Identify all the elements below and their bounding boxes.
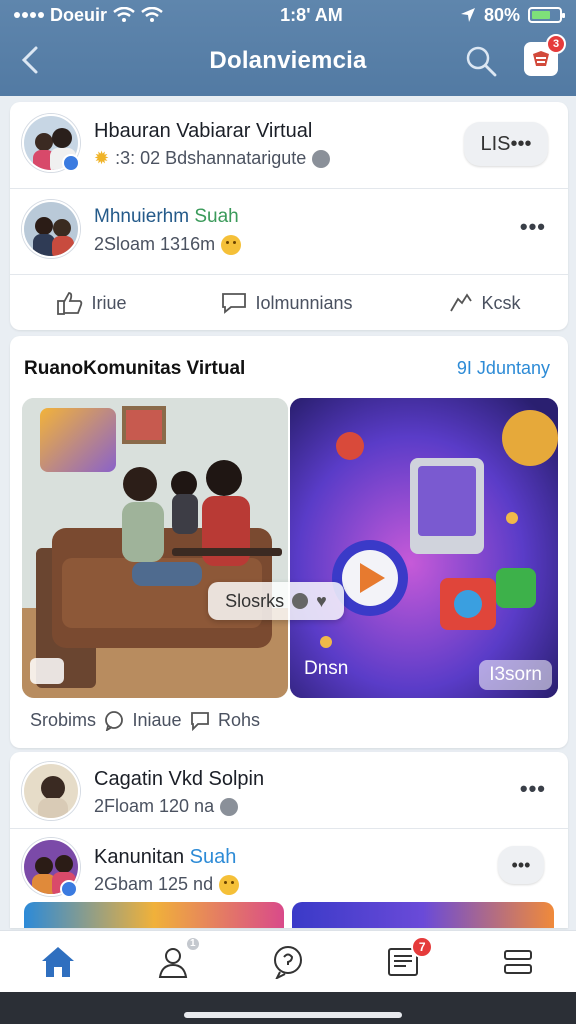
- post-meta-text: 2Floam 120 na: [94, 796, 215, 816]
- community-action-a[interactable]: Srobims: [30, 710, 96, 731]
- community-action-a-label: Srobims: [30, 710, 97, 730]
- comment-icon: [222, 293, 247, 314]
- post-author-first: Mhnuierhm: [94, 206, 190, 227]
- divider: [10, 188, 568, 189]
- media-right-corner-label: I3sorn: [479, 660, 552, 690]
- thumbs-up-icon: [57, 292, 83, 315]
- avatar[interactable]: [22, 762, 80, 820]
- tab-home[interactable]: [38, 942, 78, 982]
- post-author-first: Kanunitan: [94, 846, 185, 868]
- carrier-label: Doeuir: [50, 4, 108, 25]
- back-chevron-icon[interactable]: [16, 44, 44, 76]
- post-image-preview-right[interactable]: [292, 902, 554, 928]
- menu-icon: [504, 949, 533, 974]
- clock: 1:8' AM: [280, 4, 343, 25]
- divider: [10, 274, 568, 275]
- post-author-second: Suah: [194, 206, 239, 227]
- post-actions: Iriue Iolmunnians Kcsk: [10, 276, 568, 330]
- post-meta: 2Gbam 125 nd: [94, 874, 240, 895]
- post-meta: ✹ :3: 02 Bdshannatarigute: [94, 148, 331, 169]
- signal-icon: [14, 12, 44, 18]
- avatar[interactable]: [22, 200, 80, 258]
- location-arrow-icon: [460, 8, 475, 22]
- post-author[interactable]: Mhnuierhm Suah: [94, 206, 239, 228]
- divider: [10, 828, 568, 829]
- more-options-icon[interactable]: •••: [520, 214, 546, 240]
- post-meta-text: 2Sloam 1316m: [94, 234, 216, 254]
- post-meta-text: :3: 02 Bdshannatarigute: [115, 148, 307, 168]
- battery-icon: [527, 7, 565, 23]
- tab-menu[interactable]: [498, 942, 538, 982]
- chat-icon: [273, 945, 302, 979]
- person-icon: [158, 947, 187, 978]
- post-meta: 2Sloam 1316m: [94, 234, 242, 255]
- media-reaction-chip[interactable]: Slosrks ♥: [208, 582, 344, 620]
- tab-news[interactable]: 7: [383, 935, 434, 982]
- chat-bubble-icon: [105, 710, 124, 731]
- share-icon: [449, 293, 472, 312]
- emoji-icon: [292, 593, 309, 609]
- home-indicator[interactable]: [184, 1012, 402, 1018]
- more-options-button[interactable]: •••: [498, 846, 544, 884]
- follow-button-label: LIS•••: [480, 132, 532, 155]
- system-nav-area: [0, 992, 576, 1024]
- feed-card-top: Hbauran Vabiarar Virtual ✹ :3: 02 Bdshan…: [10, 102, 568, 330]
- battery-percent: 80%: [483, 4, 520, 25]
- post-meta: 2Floam 120 na: [94, 796, 239, 817]
- search-icon[interactable]: [464, 44, 498, 78]
- community-action-c-label: Rohs: [217, 710, 260, 730]
- section-title: RuanoKomunitas Virtual: [24, 358, 246, 379]
- info-icon: [312, 149, 331, 168]
- post-author[interactable]: Kanunitan Suah: [94, 846, 236, 869]
- smile-emoji-icon: [219, 874, 240, 895]
- sparkle-icon: ✹: [94, 148, 110, 168]
- like-label: Iriue: [91, 292, 127, 313]
- notifications-button[interactable]: 3: [524, 34, 566, 76]
- post-meta-text: 2Gbam 125 nd: [94, 874, 214, 894]
- page-title: Dolanviemcia: [209, 47, 367, 74]
- media-left-corner-icon: [30, 658, 64, 684]
- share-button[interactable]: Kcsk: [448, 291, 521, 315]
- comment-icon: [191, 711, 209, 731]
- smile-emoji-icon: [221, 234, 242, 255]
- post-image-preview-left[interactable]: [24, 902, 284, 928]
- tab-profile[interactable]: 1: [153, 935, 201, 982]
- bottom-tab-bar: 1 7: [0, 930, 576, 992]
- community-actions: Srobims Iniaue Rohs: [10, 710, 280, 731]
- verified-badge-icon: [60, 880, 78, 898]
- community-media-right[interactable]: Dnsn I3sorn: [290, 398, 558, 698]
- media-right-label: Dnsn: [304, 658, 349, 679]
- more-options-icon[interactable]: •••: [520, 776, 546, 802]
- community-action-b[interactable]: Iniaue: [104, 710, 182, 731]
- tab-chat[interactable]: [268, 942, 308, 982]
- heart-icon: ♥: [316, 590, 327, 611]
- like-button[interactable]: Iriue: [57, 291, 127, 315]
- emoji-icon: [220, 797, 239, 816]
- wifi-icon-2: [141, 7, 163, 22]
- follow-button[interactable]: LIS•••: [464, 122, 548, 166]
- status-bar: Doeuir 1:8' AM 80%: [0, 0, 576, 30]
- app-thumbnail: [40, 408, 116, 472]
- post-author[interactable]: Hbauran Vabiarar Virtual: [94, 120, 312, 143]
- comment-label: Iolmunnians: [255, 292, 353, 313]
- wifi-icon: [113, 7, 135, 22]
- share-label: Kcsk: [481, 292, 521, 313]
- post-author[interactable]: Cagatin Vkd Solpin: [94, 768, 264, 791]
- chip-label: Slosrks: [225, 590, 285, 611]
- community-action-b-label: Iniaue: [132, 710, 182, 730]
- post-author-second: Suah: [189, 846, 237, 868]
- profile-badge: 1: [184, 935, 201, 952]
- top-bar: Doeuir 1:8' AM 80% Dolanviemcia 3: [0, 0, 576, 96]
- comment-button[interactable]: Iolmunnians: [221, 291, 353, 315]
- community-media-left[interactable]: [22, 398, 288, 698]
- see-all-link[interactable]: 9I Jduntany: [457, 358, 550, 379]
- home-icon: [41, 946, 74, 977]
- feed-card-bottom: Cagatin Vkd Solpin 2Floam 120 na ••• Kan…: [10, 752, 568, 928]
- news-badge: 7: [411, 935, 434, 958]
- notification-badge: 3: [546, 34, 566, 54]
- verified-badge-icon: [62, 154, 80, 172]
- community-action-c[interactable]: Rohs: [190, 710, 260, 731]
